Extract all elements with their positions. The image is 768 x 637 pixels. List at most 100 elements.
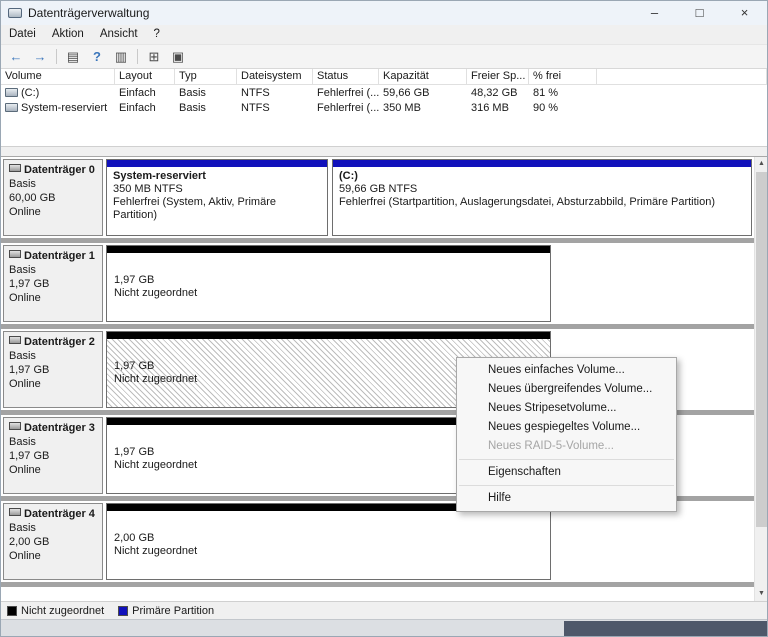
partition-details: 350 MB NTFS: [113, 183, 183, 195]
disk-name: Datenträger 4: [9, 507, 97, 521]
volume-layout-cell: Einfach: [119, 86, 156, 99]
menu-ansicht[interactable]: Ansicht: [92, 25, 146, 44]
toolbar-separator: [137, 49, 138, 64]
scrollbar-thumb[interactable]: [756, 172, 767, 527]
legend-label: Primäre Partition: [132, 604, 215, 617]
column-header-volume[interactable]: Volume: [1, 69, 115, 84]
legend-item-unallocated: Nicht zugeordnet: [7, 605, 104, 617]
action-pane-icon[interactable]: ▥: [110, 47, 132, 67]
menu-datei[interactable]: Datei: [1, 25, 44, 44]
scroll-up-icon[interactable]: ▲: [755, 157, 767, 171]
disk-icon: [9, 508, 21, 516]
volume-kapazitaet-cell: 350 MB: [383, 101, 421, 114]
maximize-button[interactable]: □: [677, 1, 722, 25]
menu-item-new-raid5-volume: Neues RAID-5-Volume...: [488, 440, 614, 452]
menu-separator: [459, 459, 674, 460]
disk-label-panel-1[interactable]: Datenträger 1 Basis 1,97 GB Online: [3, 245, 103, 322]
disk-label-panel-0[interactable]: Datenträger 0 Basis 60,00 GB Online: [3, 159, 103, 236]
menu-item-eigenschaften[interactable]: Eigenschaften: [457, 463, 676, 482]
disk-name: Datenträger 0: [9, 163, 97, 177]
bottom-strip: [1, 619, 767, 636]
partition-info: System-reserviert 350 MB NTFS Fehlerfrei…: [107, 167, 327, 235]
volume-kapazitaet-cell: 59,66 GB: [383, 86, 430, 99]
forward-icon[interactable]: →: [29, 47, 51, 67]
disk-type: Basis: [9, 264, 36, 276]
disk-label-panel-2[interactable]: Datenträger 2 Basis 1,97 GB Online: [3, 331, 103, 408]
disk-size: 1,97 GB: [9, 450, 50, 462]
volume-typ-cell: Basis: [179, 101, 206, 114]
disk-name: Datenträger 3: [9, 421, 97, 435]
close-button[interactable]: ×: [722, 1, 767, 25]
unallocated-bar: [107, 246, 550, 253]
volume-name-cell: System-reserviert: [1, 102, 115, 114]
back-icon[interactable]: ←: [5, 47, 27, 67]
disk-size: 1,97 GB: [9, 278, 50, 290]
column-header-prozent-frei[interactable]: % frei: [529, 69, 597, 84]
volume-row-c[interactable]: (C:) Einfach Basis NTFS Fehlerfrei (... …: [1, 85, 767, 100]
disk-status: Online: [9, 292, 41, 304]
partition-details: 59,66 GB NTFS: [339, 183, 418, 195]
partition-name: (C:): [339, 170, 358, 182]
menu-item-new-striped-volume[interactable]: Neues Stripesetvolume...: [457, 399, 676, 418]
unallocated-block-4[interactable]: 2,00 GB Nicht zugeordnet: [106, 503, 551, 580]
disk-icon: [9, 422, 21, 430]
column-header-dateisystem[interactable]: Dateisystem: [237, 69, 313, 84]
disk-label-panel-3[interactable]: Datenträger 3 Basis 1,97 GB Online: [3, 417, 103, 494]
disk-icon: [9, 164, 21, 172]
pane-splitter[interactable]: [1, 146, 767, 156]
toolbar-separator: [56, 49, 57, 64]
menu-help[interactable]: ?: [146, 25, 168, 44]
menu-bar: Datei Aktion Ansicht ?: [1, 25, 767, 45]
scroll-down-icon[interactable]: ▼: [755, 587, 767, 601]
menu-item-hilfe[interactable]: Hilfe: [457, 489, 676, 508]
column-header-filler: [597, 69, 767, 84]
partition-area-0: System-reserviert 350 MB NTFS Fehlerfrei…: [106, 159, 752, 236]
disk-name: Datenträger 2: [9, 335, 97, 349]
partition-status: Nicht zugeordnet: [114, 545, 198, 557]
titlebar: Datenträgerverwaltung – □ ×: [1, 1, 767, 25]
column-header-kapazitaet[interactable]: Kapazität: [379, 69, 467, 84]
primary-partition-swatch-icon: [118, 605, 129, 616]
volume-freier-cell: 316 MB: [471, 101, 509, 114]
menu-item-new-simple-volume[interactable]: Neues einfaches Volume...: [457, 361, 676, 380]
minimize-button[interactable]: –: [632, 1, 677, 25]
help-icon[interactable]: ?: [86, 47, 108, 67]
unallocated-block-1[interactable]: 1,97 GB Nicht zugeordnet: [106, 245, 551, 322]
column-header-typ[interactable]: Typ: [175, 69, 237, 84]
column-header-freier-speicher[interactable]: Freier Sp...: [467, 69, 529, 84]
properties-icon[interactable]: ▣: [167, 47, 189, 67]
disk-type: Basis: [9, 436, 36, 448]
volume-row-system-reserviert[interactable]: System-reserviert Einfach Basis NTFS Feh…: [1, 100, 767, 115]
unallocated-swatch-icon: [7, 605, 17, 616]
disk-label-panel-4[interactable]: Datenträger 4 Basis 2,00 GB Online: [3, 503, 103, 580]
partition-area-4: 2,00 GB Nicht zugeordnet: [106, 503, 752, 580]
column-header-layout[interactable]: Layout: [115, 69, 175, 84]
disk-icon: [9, 250, 21, 258]
legend-item-primary: Primäre Partition: [118, 605, 214, 617]
partition-area-1: 1,97 GB Nicht zugeordnet: [106, 245, 752, 322]
menu-item-new-mirrored-volume[interactable]: Neues gespiegeltes Volume...: [457, 418, 676, 437]
column-header-status[interactable]: Status: [313, 69, 379, 84]
menu-aktion[interactable]: Aktion: [44, 25, 92, 44]
vertical-scrollbar[interactable]: ▲ ▼: [754, 157, 767, 601]
partition-c-drive[interactable]: (C:) 59,66 GB NTFS Fehlerfrei (Startpart…: [332, 159, 752, 236]
partition-info: 2,00 GB Nicht zugeordnet: [107, 511, 550, 579]
volume-dateisystem-cell: NTFS: [241, 86, 270, 99]
disk-status: Online: [9, 464, 41, 476]
disk-row-4: Datenträger 4 Basis 2,00 GB Online 2,00 …: [1, 501, 754, 587]
context-menu: Neues einfaches Volume... Neues übergrei…: [456, 357, 677, 512]
legend-bar: Nicht zugeordnet Primäre Partition: [1, 601, 767, 619]
disk-type: Basis: [9, 350, 36, 362]
menu-item-new-spanned-volume[interactable]: Neues übergreifendes Volume...: [457, 380, 676, 399]
window-controls: – □ ×: [632, 1, 767, 25]
unallocated-bar: [107, 332, 550, 339]
disk-size: 1,97 GB: [9, 364, 50, 376]
volume-typ-cell: Basis: [179, 86, 206, 99]
new-window-icon[interactable]: ⊞: [143, 47, 165, 67]
console-tree-icon[interactable]: ▤: [62, 47, 84, 67]
partition-name: System-reserviert: [113, 170, 206, 182]
disk-type: Basis: [9, 178, 36, 190]
disk-size: 2,00 GB: [9, 536, 50, 548]
partition-system-reserviert[interactable]: System-reserviert 350 MB NTFS Fehlerfrei…: [106, 159, 328, 236]
volume-name-cell: (C:): [1, 87, 115, 99]
